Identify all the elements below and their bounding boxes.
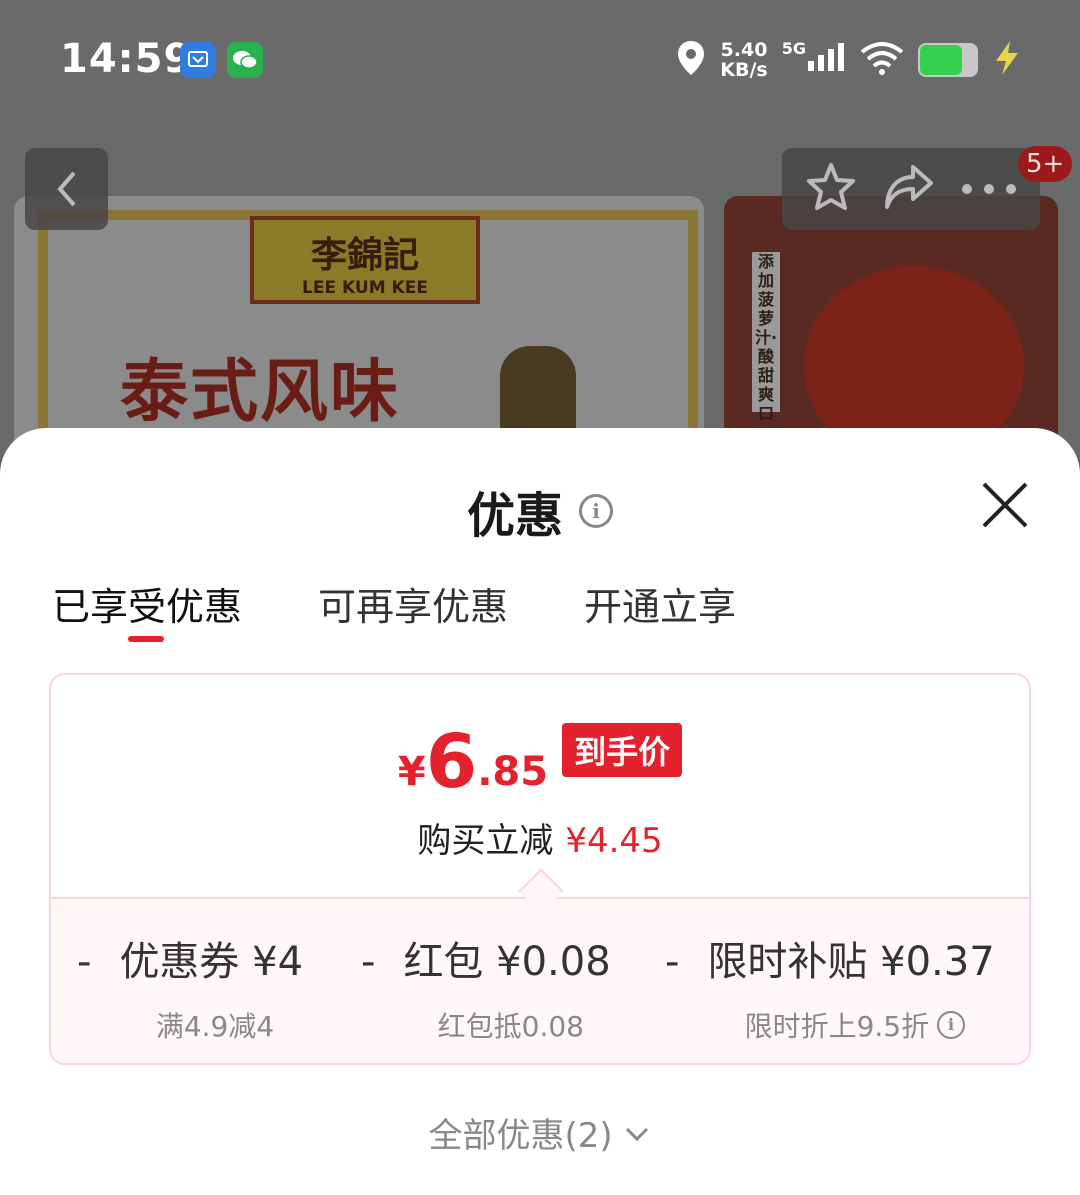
minus-sign: -	[361, 939, 376, 985]
discount-title: 限时补贴 ¥0.37	[707, 939, 995, 985]
discount-title: 红包 ¥0.08	[403, 939, 611, 985]
favorite-button[interactable]	[805, 162, 857, 216]
info-icon[interactable]: i	[937, 1011, 966, 1039]
sheet-title: 优惠	[466, 488, 563, 544]
discount-detail: 满4.9减4	[155, 1010, 275, 1043]
close-button[interactable]	[978, 478, 1032, 532]
brand-logo: 李錦記 LEE KUM KEE	[250, 216, 480, 304]
discount-breakdown: - 优惠券 ¥4 满4.9减4 - 红包 ¥0.08 红包抵0.08 - 限时补贴 ¥…	[51, 897, 1029, 1063]
discount-detail: 限时折上9.5折	[744, 1010, 930, 1043]
charging-icon	[992, 41, 1022, 79]
star-icon	[807, 163, 855, 210]
discount-title: 优惠券 ¥4	[119, 939, 304, 985]
brand-name-en: LEE KUM KEE	[302, 278, 428, 298]
price-decimal: .85	[477, 749, 549, 795]
price-card: ¥ 6 .85 到手价 购买立减 ¥4.45 - 优惠券 ¥4 满4.9减4 - 红包…	[49, 673, 1031, 1065]
final-price-tag: 到手价	[562, 723, 683, 777]
minus-sign: -	[77, 939, 92, 985]
product-main-image: 李錦記 LEE KUM KEE 泰式风味	[14, 196, 704, 460]
product-side-image: 添加菠萝汁·酸甜爽口	[724, 196, 1058, 460]
chevron-down-icon	[623, 1113, 651, 1153]
wechat-icon	[227, 42, 263, 78]
back-icon	[56, 171, 76, 207]
info-icon[interactable]: i	[579, 494, 613, 528]
all-offers-label: 全部优惠(2)	[428, 1116, 613, 1156]
discount-detail: 红包抵0.08	[437, 1010, 585, 1043]
brand-name-cn: 李錦記	[310, 234, 419, 276]
savings-amount: ¥4.45	[565, 821, 663, 861]
tab-enjoyed[interactable]: 已享受优惠	[52, 576, 242, 646]
active-tab-indicator	[128, 636, 164, 642]
status-time: 14:59	[60, 36, 193, 82]
sheet-header: 优惠 i	[0, 476, 1080, 546]
location-icon	[676, 39, 706, 81]
final-price: ¥ 6 .85 到手价	[51, 723, 1029, 799]
all-offers-toggle[interactable]: 全部优惠(2)	[0, 1108, 1080, 1157]
savings-label: 购买立减	[417, 821, 554, 861]
net-speed: 5.40 KB/s	[720, 39, 768, 81]
subsidy-discount: - 限时补贴 ¥0.37 限时折上9.5折 i	[665, 929, 995, 1045]
wifi-icon	[860, 40, 904, 80]
minus-sign: -	[665, 939, 680, 985]
price-integer: 6	[425, 719, 478, 805]
discount-tabs: 已享受优惠 可再享优惠 开通立享	[52, 576, 736, 646]
side-image-label: 添加菠萝汁·酸甜爽口	[752, 252, 780, 423]
discount-sheet: 优惠 i 已享受优惠 可再享优惠 开通立享 ¥ 6 .85 到手价 购买立减 ¥4…	[0, 428, 1080, 1195]
product-headline: 泰式风味	[120, 353, 401, 432]
share-icon	[885, 165, 933, 209]
close-icon	[982, 482, 1028, 528]
price-currency: ¥	[397, 749, 426, 795]
battery-icon	[918, 43, 978, 77]
back-button[interactable]	[25, 148, 108, 230]
network-type: 5G	[781, 38, 806, 58]
signal-icon	[806, 43, 846, 77]
coupon-discount: - 优惠券 ¥4 满4.9减4	[77, 929, 303, 1045]
share-button[interactable]	[883, 163, 935, 215]
more-icon	[962, 183, 1016, 194]
cart-badge: 5+	[1018, 146, 1073, 182]
tab-activate[interactable]: 开通立享	[584, 576, 736, 646]
savings-row: 购买立减 ¥4.45	[51, 813, 1029, 862]
tab-more-available[interactable]: 可再享优惠	[318, 576, 508, 646]
more-button[interactable]	[961, 180, 1017, 199]
top-action-bar	[782, 148, 1040, 230]
app-notification-icon	[180, 42, 216, 78]
red-packet-discount: - 红包 ¥0.08 红包抵0.08	[361, 929, 611, 1045]
status-bar: 14:59 5.40 KB/s 5G	[0, 0, 1080, 120]
